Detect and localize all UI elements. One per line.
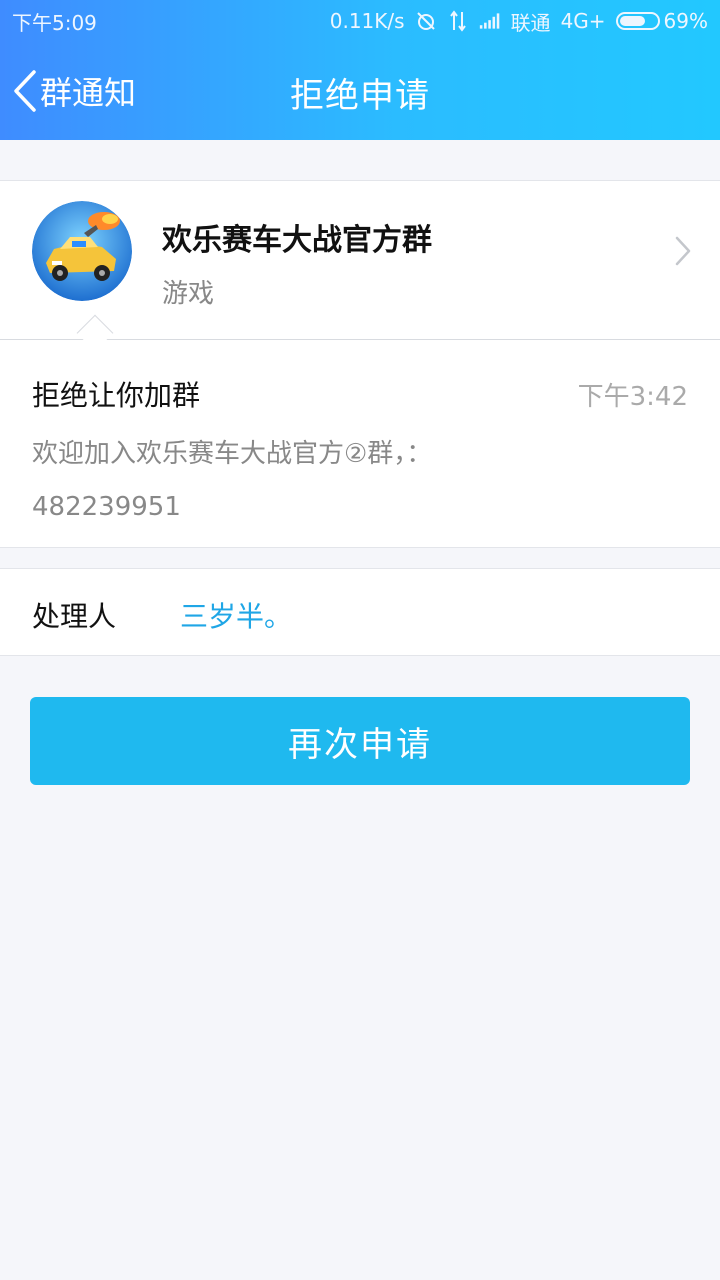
message-time: 下午3:42: [577, 382, 688, 412]
handler-name-link[interactable]: 三岁半。: [180, 595, 292, 635]
signal-icon: [479, 10, 501, 32]
status-right-group: 0.11K/s 联通 4G+ 69%: [330, 7, 708, 36]
battery-percent: 69%: [663, 9, 708, 33]
top-bar: 下午5:09 0.11K/s 联通 4G+ 69% 群通知 拒绝申请: [0, 0, 720, 140]
carrier-name: 联通: [510, 10, 551, 35]
group-name: 欢乐赛车大战官方群: [162, 223, 432, 258]
battery-icon: [615, 12, 660, 30]
group-avatar: [32, 201, 132, 301]
status-bar: 下午5:09 0.11K/s 联通 4G+ 69%: [0, 0, 720, 42]
handler-label: 处理人: [32, 600, 117, 633]
reapply-button[interactable]: 再次申请: [30, 697, 690, 785]
chevron-right-icon: [675, 236, 691, 266]
network-type: 4G+: [560, 9, 606, 33]
net-speed: 0.11K/s: [329, 9, 405, 33]
message-title: 拒绝让你加群: [32, 379, 201, 412]
group-card[interactable]: 欢乐赛车大战官方群 游戏: [0, 180, 720, 340]
page-title: 拒绝申请: [290, 76, 430, 116]
race-car-avatar-icon: [32, 201, 132, 301]
status-time: 下午5:09: [12, 10, 97, 35]
nav-bar: 群通知 拒绝申请: [0, 42, 720, 140]
message-body: 欢迎加入欢乐赛车大战官方②群，： 482239951: [32, 428, 682, 534]
rejection-message: 拒绝让你加群 下午3:42 欢迎加入欢乐赛车大战官方②群，： 482239951: [0, 340, 720, 548]
data-transfer-icon: [447, 10, 469, 32]
handler-row: 处理人 三岁半。: [0, 568, 720, 656]
alarm-off-icon: [415, 10, 437, 32]
message-body-line: 482239951: [32, 492, 181, 522]
message-body-line: 欢迎加入欢乐赛车大战官方②群，：: [32, 439, 433, 469]
battery-indicator: 69%: [615, 9, 708, 33]
group-category: 游戏: [162, 279, 215, 309]
